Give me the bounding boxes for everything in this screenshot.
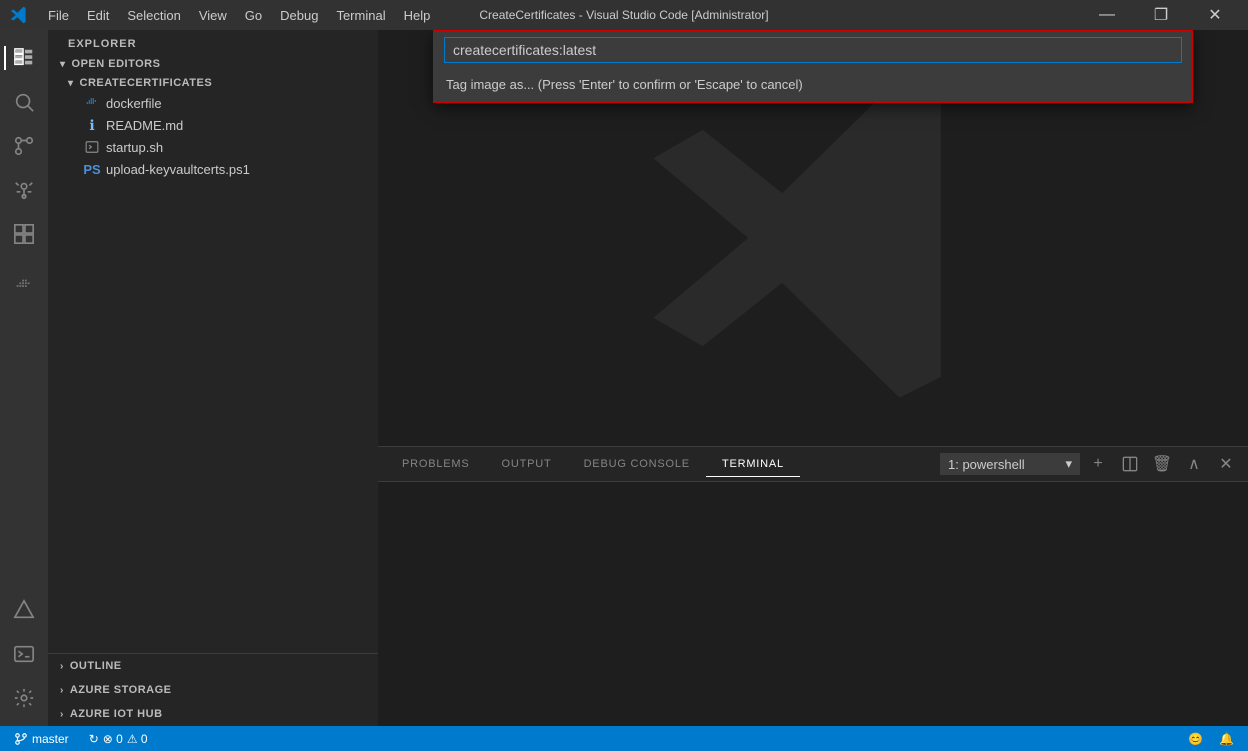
- sidebar: EXPLORER ▾ OPEN EDITORS ▾ CREATECERTIFIC…: [48, 30, 378, 726]
- file-name-startup: startup.sh: [106, 140, 163, 155]
- editor-area: Tag image as... (Press 'Enter' to confir…: [378, 30, 1248, 726]
- explorer-activity-icon[interactable]: [4, 38, 44, 78]
- title-bar: File Edit Selection View Go Debug Termin…: [0, 0, 1248, 30]
- terminal-tabs-bar: PROBLEMS OUTPUT DEBUG CONSOLE TERMINAL 1…: [378, 447, 1248, 482]
- outline-section[interactable]: › OUTLINE: [48, 654, 378, 678]
- tab-output[interactable]: OUTPUT: [486, 452, 568, 477]
- azure-iot-hub-label: AZURE IOT HUB: [70, 708, 163, 720]
- terminal-panel: PROBLEMS OUTPUT DEBUG CONSOLE TERMINAL 1…: [378, 446, 1248, 726]
- file-tree: dockerfile ℹ README.md startup.sh PS upl…: [48, 92, 378, 180]
- title-bar-left: File Edit Selection View Go Debug Termin…: [10, 5, 438, 26]
- open-editors-label: OPEN EDITORS: [72, 58, 161, 70]
- git-branch-status[interactable]: master: [10, 732, 73, 746]
- smiley-status[interactable]: 😊: [1184, 732, 1207, 746]
- folder-chevron: ▾: [68, 78, 74, 89]
- open-editors-section[interactable]: ▾ OPEN EDITORS: [48, 54, 378, 74]
- kill-terminal-button[interactable]: 🗑: [1148, 450, 1176, 478]
- errors-count: ⊗ 0: [103, 732, 123, 746]
- file-item-startup[interactable]: startup.sh: [48, 136, 378, 158]
- command-palette-box: Tag image as... (Press 'Enter' to confir…: [433, 30, 1193, 103]
- azure-iot-hub-section[interactable]: › AZURE IOT HUB: [48, 702, 378, 726]
- readme-file-icon: ℹ: [84, 117, 100, 133]
- folder-section-header[interactable]: ▾ CREATECERTIFICATES: [48, 74, 378, 92]
- terminal-activity-icon[interactable]: [4, 634, 44, 674]
- docker-activity-icon[interactable]: [4, 266, 44, 306]
- sidebar-title: EXPLORER: [48, 30, 378, 54]
- dropdown-arrow-icon: ▾: [1065, 456, 1072, 472]
- bell-status[interactable]: 🔔: [1215, 732, 1238, 746]
- menu-edit[interactable]: Edit: [79, 5, 117, 26]
- file-name-readme: README.md: [106, 118, 183, 133]
- shell-file-icon: [84, 139, 100, 155]
- menu-debug[interactable]: Debug: [272, 5, 326, 26]
- terminal-content: [378, 482, 1248, 726]
- new-terminal-button[interactable]: +: [1084, 450, 1112, 478]
- menu-go[interactable]: Go: [237, 5, 270, 26]
- azure-storage-section[interactable]: › AZURE STORAGE: [48, 678, 378, 702]
- docker-file-icon: [84, 95, 100, 111]
- close-button[interactable]: ✕: [1192, 0, 1238, 30]
- window-title: CreateCertificates - Visual Studio Code …: [479, 8, 768, 22]
- file-item-dockerfile[interactable]: dockerfile: [48, 92, 378, 114]
- menu-selection[interactable]: Selection: [119, 5, 188, 26]
- activity-bar: [0, 30, 48, 726]
- main-layout: EXPLORER ▾ OPEN EDITORS ▾ CREATECERTIFIC…: [0, 30, 1248, 726]
- extensions-activity-icon[interactable]: [4, 214, 44, 254]
- azure-storage-chevron: ›: [60, 685, 64, 696]
- ps-file-icon: PS: [84, 161, 100, 177]
- outline-label: OUTLINE: [70, 660, 122, 672]
- maximize-button[interactable]: ❐: [1138, 0, 1184, 30]
- menu-help[interactable]: Help: [396, 5, 439, 26]
- file-item-keyvault[interactable]: PS upload-keyvaultcerts.ps1: [48, 158, 378, 180]
- folder-name-label: CREATECERTIFICATES: [80, 77, 213, 89]
- terminal-tab-right: 1: powershell ▾ + 🗑 ∧ ✕: [940, 450, 1240, 478]
- status-bar-left: master ↻ ⊗ 0 ⚠ 0: [10, 732, 152, 746]
- menu-terminal[interactable]: Terminal: [328, 5, 393, 26]
- minimize-button[interactable]: —: [1084, 0, 1130, 30]
- menu-bar: File Edit Selection View Go Debug Termin…: [40, 5, 438, 26]
- status-bar-right: 😊 🔔: [1184, 732, 1238, 746]
- git-branch-icon: [14, 732, 28, 746]
- file-item-readme[interactable]: ℹ README.md: [48, 114, 378, 136]
- vscode-watermark-icon: [638, 63, 988, 413]
- git-branch-name: master: [32, 732, 69, 746]
- outline-chevron: ›: [60, 661, 64, 672]
- debug-activity-icon[interactable]: [4, 170, 44, 210]
- sync-icon: ↻: [89, 732, 99, 746]
- command-palette-overlay: Tag image as... (Press 'Enter' to confir…: [378, 30, 1248, 103]
- sidebar-bottom-sections: › OUTLINE › AZURE STORAGE › AZURE IOT HU…: [48, 653, 378, 726]
- command-hint-text: Tag image as... (Press 'Enter' to confir…: [434, 69, 1192, 102]
- tab-debug-console[interactable]: DEBUG CONSOLE: [568, 452, 706, 477]
- sync-status[interactable]: ↻ ⊗ 0 ⚠ 0: [85, 732, 152, 746]
- warnings-count: ⚠ 0: [127, 732, 148, 746]
- tab-problems[interactable]: PROBLEMS: [386, 452, 486, 477]
- status-bar: master ↻ ⊗ 0 ⚠ 0 😊 🔔: [0, 726, 1248, 751]
- split-terminal-button[interactable]: [1116, 450, 1144, 478]
- azure-iot-hub-chevron: ›: [60, 709, 64, 720]
- terminal-instance-dropdown[interactable]: 1: powershell ▾: [940, 453, 1080, 475]
- file-name-dockerfile: dockerfile: [106, 96, 162, 111]
- terminal-instance-label: 1: powershell: [948, 457, 1025, 472]
- source-control-activity-icon[interactable]: [4, 126, 44, 166]
- azure-storage-label: AZURE STORAGE: [70, 684, 172, 696]
- vscode-logo-icon: [10, 6, 28, 24]
- close-terminal-button[interactable]: ✕: [1212, 450, 1240, 478]
- search-activity-icon[interactable]: [4, 82, 44, 122]
- maximize-terminal-button[interactable]: ∧: [1180, 450, 1208, 478]
- activity-bar-bottom: [4, 590, 44, 718]
- menu-view[interactable]: View: [191, 5, 235, 26]
- command-input-wrapper: [434, 31, 1192, 69]
- file-name-keyvault: upload-keyvaultcerts.ps1: [106, 162, 250, 177]
- tag-image-input[interactable]: [444, 37, 1182, 63]
- azure-activity-icon[interactable]: [4, 590, 44, 630]
- settings-activity-icon[interactable]: [4, 678, 44, 718]
- menu-file[interactable]: File: [40, 5, 77, 26]
- open-editors-chevron: ▾: [60, 59, 66, 70]
- window-controls: — ❐ ✕: [1084, 0, 1238, 30]
- tab-terminal[interactable]: TERMINAL: [706, 452, 800, 477]
